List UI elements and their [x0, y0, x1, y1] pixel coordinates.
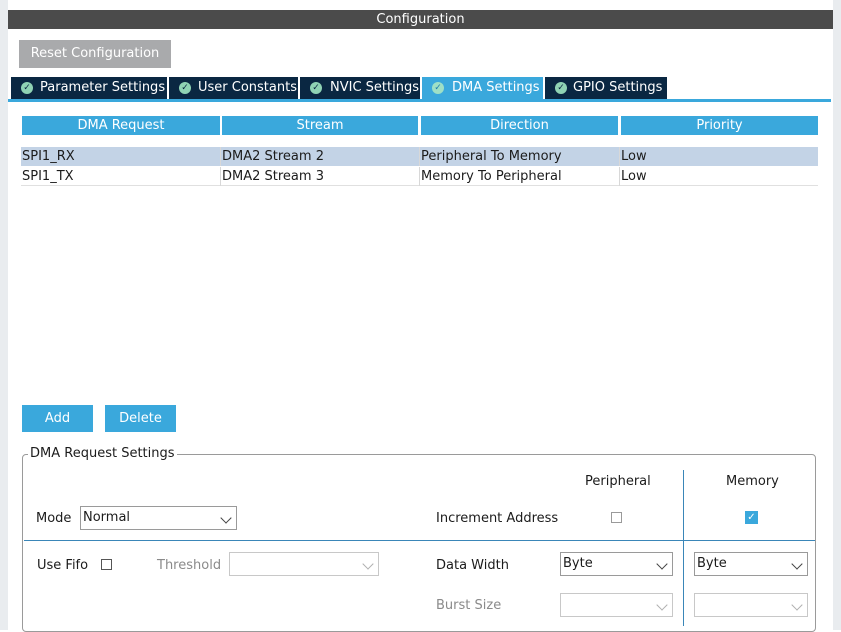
cell-request: SPI1_TX	[21, 167, 221, 186]
group-title: DMA Request Settings	[28, 446, 177, 462]
check-circle-icon: ✓	[179, 82, 191, 94]
cell-direction: Peripheral To Memory	[420, 147, 620, 166]
column-header-direction[interactable]: Direction	[421, 116, 618, 135]
window-frame-right	[833, 0, 841, 630]
chevron-down-icon	[362, 558, 374, 570]
tab-user-constants[interactable]: ✓ User Constants	[169, 77, 298, 99]
column-divider	[683, 541, 684, 626]
tab-parameter-settings[interactable]: ✓ Parameter Settings	[11, 77, 167, 99]
table-row-spi1-rx[interactable]: SPI1_RX DMA2 Stream 2 Peripheral To Memo…	[21, 147, 818, 166]
chevron-down-icon	[791, 599, 803, 611]
mode-label: Mode	[36, 511, 72, 526]
mode-select[interactable]: Normal	[80, 506, 237, 530]
burst-size-label: Burst Size	[436, 598, 502, 613]
peripheral-data-width-value: Byte	[563, 556, 593, 571]
tab-label: DMA Settings	[452, 80, 540, 95]
check-circle-icon: ✓	[21, 82, 33, 94]
threshold-select[interactable]	[229, 552, 379, 576]
increment-address-label: Increment Address	[436, 511, 559, 526]
data-width-label: Data Width	[436, 558, 509, 573]
tab-gpio-settings[interactable]: ✓ GPIO Settings	[545, 77, 667, 99]
use-fifo-label: Use Fifo	[37, 558, 89, 573]
cell-priority: Low	[621, 149, 647, 164]
add-button[interactable]: Add	[22, 405, 93, 432]
chevron-down-icon	[656, 599, 668, 611]
window-title: Configuration	[376, 12, 465, 27]
use-fifo-checkbox[interactable]	[101, 559, 112, 570]
memory-data-width-value: Byte	[697, 556, 727, 571]
tab-label: GPIO Settings	[573, 80, 663, 95]
tab-nvic-settings[interactable]: ✓ NVIC Settings	[300, 77, 420, 99]
peripheral-data-width-select[interactable]: Byte	[560, 552, 673, 576]
peripheral-increment-checkbox[interactable]	[611, 512, 622, 523]
memory-data-width-select[interactable]: Byte	[694, 552, 808, 576]
peripheral-column-header: Peripheral	[585, 474, 651, 489]
memory-burst-size-select[interactable]	[694, 593, 808, 617]
mode-select-value: Normal	[83, 510, 131, 525]
tab-label: NVIC Settings	[330, 80, 419, 95]
check-circle-icon: ✓	[555, 82, 567, 94]
reset-configuration-button[interactable]: Reset Configuration	[19, 40, 171, 68]
tab-label: User Constants	[198, 80, 297, 95]
delete-button[interactable]: Delete	[105, 405, 176, 432]
tab-underline	[8, 99, 831, 102]
chevron-down-icon	[791, 558, 803, 570]
cell-direction: Memory To Peripheral	[420, 167, 620, 186]
cell-stream: DMA2 Stream 3	[221, 167, 420, 186]
memory-column-header: Memory	[726, 474, 779, 489]
chevron-down-icon	[656, 558, 668, 570]
cell-request: SPI1_RX	[21, 147, 221, 166]
column-header-dma-request[interactable]: DMA Request	[22, 116, 220, 135]
check-circle-icon: ✓	[432, 82, 444, 94]
section-divider	[24, 540, 815, 541]
check-circle-icon: ✓	[310, 82, 322, 94]
check-icon: ✓	[747, 512, 756, 523]
column-divider	[683, 470, 684, 540]
threshold-label: Threshold	[157, 558, 222, 573]
tab-label: Parameter Settings	[40, 80, 166, 95]
column-header-stream[interactable]: Stream	[222, 116, 418, 135]
peripheral-burst-size-select[interactable]	[560, 593, 673, 617]
column-header-priority[interactable]: Priority	[621, 116, 818, 135]
chevron-down-icon	[220, 512, 232, 524]
tab-dma-settings[interactable]: ✓ DMA Settings	[422, 77, 543, 99]
configuration-title-bar: Configuration	[8, 10, 833, 29]
memory-increment-checkbox[interactable]: ✓	[745, 511, 758, 524]
window-frame-left	[0, 0, 8, 630]
cell-priority: Low	[621, 169, 647, 184]
table-row-spi1-tx[interactable]: SPI1_TX DMA2 Stream 3 Memory To Peripher…	[21, 167, 818, 186]
cell-stream: DMA2 Stream 2	[221, 147, 420, 166]
